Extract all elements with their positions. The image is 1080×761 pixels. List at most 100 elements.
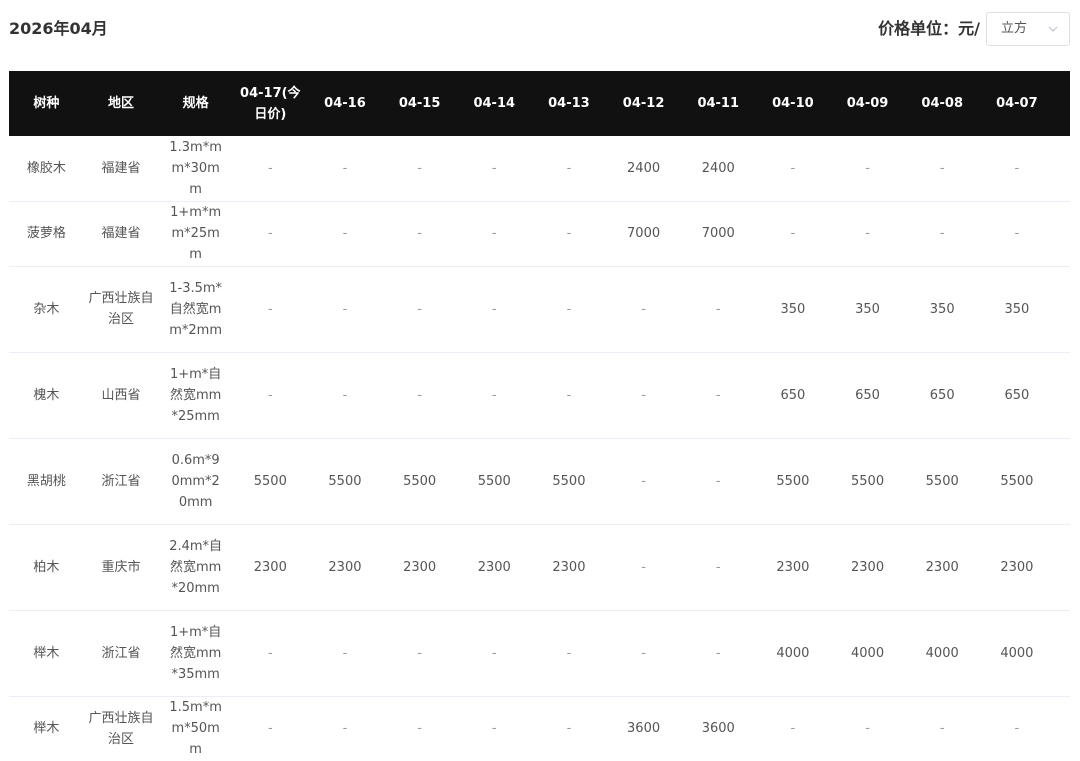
table-row: 槐木山西省1+m*自然宽mm*25mm-------650650650650- (9, 352, 1070, 439)
price-cell: - (456, 201, 532, 267)
price-cell: 4000 (979, 610, 1055, 697)
price-unit-control: 价格单位：元/ 立方 (878, 11, 1070, 47)
price-table-container[interactable]: 树种 地区 规格 04-17(今日价) 04-16 04-15 04-14 04-13 04-1… (9, 71, 1070, 761)
price-cell: - (307, 136, 383, 202)
column-header: 04-14 (473, 96, 516, 111)
column-header: 04-09 (846, 96, 889, 111)
region-cell: 广西壮族自治区 (83, 266, 159, 353)
price-cell: - (680, 438, 756, 525)
region-cell: 浙江省 (83, 438, 159, 525)
price-cell: - (531, 201, 607, 267)
price-cell: - (606, 438, 681, 525)
price-cell: 2300 (830, 524, 905, 611)
spec-cell: 0.6m*90mm*20mm (158, 438, 233, 525)
column-header: 04-16 (324, 96, 366, 111)
price-cell: 350 (979, 266, 1055, 353)
price-cell: 36 (1054, 696, 1070, 761)
price-cell: - (232, 352, 308, 439)
column-header: 04-07 (996, 96, 1038, 111)
price-cell: - (904, 136, 980, 202)
column-header: 04-08 (921, 96, 963, 111)
table-row: 黑胡桃 浙江省 0.6m*90mm*20mm 5500 5500 5500 5500 5500… (9, 438, 1070, 525)
column-header: 04- (1054, 71, 1070, 136)
price-cell: - (531, 352, 607, 439)
species-cell: 榉木 (9, 610, 84, 697)
unit-select[interactable]: 立方 (986, 12, 1070, 46)
region-cell: 山西省 (83, 352, 159, 439)
spec-cell: 1+m*自然宽mm*25mm (158, 352, 233, 439)
price-cell: - (232, 201, 308, 267)
price-cell: - (456, 266, 532, 353)
price-cell: 5500 (232, 438, 308, 525)
species-cell: 橡胶木 (9, 136, 84, 202)
price-cell: 650 (755, 352, 831, 439)
price-cell: - (1054, 438, 1070, 525)
price-cell: 7000 (606, 201, 681, 267)
price-cell: - (382, 201, 457, 267)
column-header: 04-10 (772, 96, 814, 111)
price-cell: - (307, 266, 383, 353)
price-cell: 3600 (680, 696, 756, 761)
species-cell: 黑胡桃 (9, 438, 84, 525)
price-cell: 5500 (904, 438, 980, 525)
price-cell: - (1054, 352, 1070, 439)
price-cell: 5500 (979, 438, 1055, 525)
price-cell: - (307, 352, 383, 439)
price-cell: - (531, 136, 607, 202)
table-row: 柏木 重庆市 2.4m*自然宽mm*20mm 2300 2300 2300 2300 2300… (9, 524, 1070, 611)
price-cell: 5500 (755, 438, 831, 525)
price-cell: 4000 (904, 610, 980, 697)
page-title: 2026年04月 (9, 19, 108, 38)
price-cell: - (232, 610, 308, 697)
price-cell: - (606, 524, 681, 611)
price-cell: - (904, 201, 980, 267)
price-cell: - (606, 610, 681, 697)
price-cell: - (382, 136, 457, 202)
table-header-row: 树种 地区 规格 04-17(今日价) 04-16 04-15 04-14 04-13 04-1… (9, 71, 1070, 136)
price-cell: 3600 (606, 696, 681, 761)
price-cell: - (456, 696, 532, 761)
region-cell: 广西壮族自治区 (83, 696, 159, 761)
price-cell: 5500 (531, 438, 607, 525)
price-cell: 2300 (755, 524, 831, 611)
species-cell: 柏木 (9, 524, 84, 611)
table-row: 杂木 广西壮族自治区 1-3.5m*自然宽mm*2mm - - - - - - -350 350 35… (9, 266, 1070, 353)
region-cell: 福建省 (83, 136, 159, 202)
price-cell: - (456, 610, 532, 697)
price-cell: 2300 (456, 524, 532, 611)
spec-cell: 1.3m*mm*30mm (158, 136, 233, 202)
price-cell: 650 (979, 352, 1055, 439)
region-cell: 重庆市 (83, 524, 159, 611)
price-cell: 7000 (680, 201, 756, 267)
species-cell: 菠萝格 (9, 201, 84, 267)
price-cell: 5500 (307, 438, 383, 525)
table-row: 榉木广西壮族自治区1.5m*mm*50mm-----36003600----36 (9, 696, 1070, 761)
price-cell: - (307, 201, 383, 267)
price-cell: 2300 (232, 524, 308, 611)
spec-cell: 1-3.5m*自然宽mm*2mm (158, 266, 233, 353)
price-cell: - (606, 352, 681, 439)
spec-cell: 1.5m*mm*50mm (158, 696, 233, 761)
price-cell: 2400 (680, 136, 756, 202)
table-row: 橡胶木福建省1.3m*mm*30mm-----24002400----24 (9, 136, 1070, 202)
species-cell: 榉木 (9, 696, 84, 761)
price-cell: 2300 (531, 524, 607, 611)
price-cell: 2300 (979, 524, 1055, 611)
price-cell: - (531, 266, 607, 353)
price-cell: 70 (1054, 201, 1070, 267)
price-cell: 2400 (606, 136, 681, 202)
price-cell: - (1054, 266, 1070, 353)
table-row: 榉木 浙江省 1+m*自然宽mm*35mm - - - - - - -4000 4000 4000 40… (9, 610, 1070, 697)
price-cell: 350 (830, 266, 905, 353)
price-cell: - (456, 136, 532, 202)
price-cell: - (680, 610, 756, 697)
price-unit-label: 价格单位：元/ (878, 19, 980, 38)
column-header: 地区 (107, 96, 134, 111)
table-row: 菠萝格福建省1+m*mm*25mm-----70007000----70 (9, 201, 1070, 267)
price-cell: - (979, 696, 1055, 761)
column-header: 04-15 (398, 96, 441, 111)
price-cell: - (755, 201, 831, 267)
price-cell: - (680, 352, 756, 439)
price-cell: 350 (904, 266, 980, 353)
price-cell: - (307, 696, 383, 761)
